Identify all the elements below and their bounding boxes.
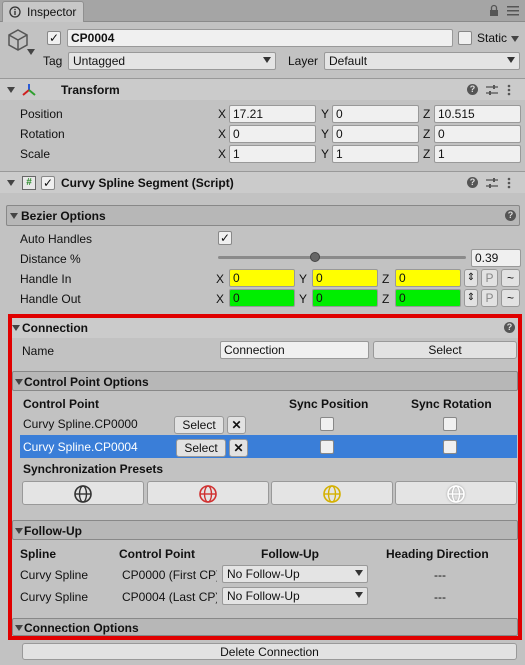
position-x-field[interactable]: 17.21 (229, 105, 316, 123)
handle-in-swap-button[interactable]: ⇕ (464, 269, 478, 287)
z-label: Z (423, 127, 431, 141)
scale-x-field[interactable]: 1 (229, 145, 316, 163)
y-label: Y (321, 147, 330, 161)
auto-handles-checkbox[interactable]: ✓ (218, 231, 232, 245)
z-label: Z (423, 107, 431, 121)
more-icon[interactable] (507, 177, 511, 189)
handle-out-label: Handle Out (20, 292, 81, 306)
transform-foldout-icon[interactable] (7, 87, 15, 93)
position-label: Position (20, 107, 63, 121)
handle-out-p-button[interactable]: P (481, 289, 498, 307)
transform-icon (22, 84, 36, 96)
help-icon[interactable]: ? (505, 210, 516, 221)
highlight-box (8, 314, 522, 640)
handle-in-label: Handle In (20, 272, 72, 286)
y-label: Y (299, 272, 308, 286)
x-label: X (218, 107, 227, 121)
x-label: X (216, 292, 225, 306)
menu-icon[interactable] (507, 5, 519, 16)
rotation-z-field[interactable]: 0 (434, 125, 521, 143)
y-label: Y (321, 127, 330, 141)
more-icon[interactable] (507, 84, 511, 96)
handle-out-reset-button[interactable]: ~ (501, 289, 520, 307)
icon-dropdown-icon[interactable] (27, 49, 35, 55)
transform-title: Transform (61, 83, 120, 97)
handle-out-x-field[interactable]: 0 (229, 289, 295, 307)
z-label: Z (382, 272, 390, 286)
script-foldout-icon[interactable] (7, 180, 15, 186)
script-header[interactable]: # ✓ Curvy Spline Segment (Script) ? (0, 171, 525, 193)
help-icon[interactable]: ? (467, 177, 478, 188)
auto-handles-label: Auto Handles (20, 232, 93, 246)
script-icon: # (22, 176, 36, 190)
distance-label: Distance % (20, 252, 81, 266)
handle-in-y-field[interactable]: 0 (312, 269, 378, 287)
static-label: Static (477, 31, 508, 45)
static-checkbox[interactable] (458, 31, 472, 45)
tab-bar: Inspector (0, 0, 525, 22)
active-checkbox[interactable]: ✓ (47, 31, 61, 45)
handle-out-swap-button[interactable]: ⇕ (464, 289, 478, 307)
transform-header[interactable]: Transform ? (0, 78, 525, 100)
handle-in-p-button[interactable]: P (481, 269, 498, 287)
help-icon[interactable]: ? (467, 84, 478, 95)
tab-label: Inspector (27, 5, 77, 19)
handle-in-x-field[interactable]: 0 (229, 269, 295, 287)
z-label: Z (382, 292, 390, 306)
handle-out-z-field[interactable]: 0 (395, 289, 461, 307)
layer-dropdown[interactable]: Default (324, 52, 520, 70)
tag-label: Tag (43, 54, 63, 68)
position-z-field[interactable]: 10.515 (434, 105, 521, 123)
tab-inspector[interactable]: Inspector (2, 1, 84, 22)
layer-label: Layer (288, 54, 319, 68)
y-label: Y (299, 292, 308, 306)
handle-in-z-field[interactable]: 0 (395, 269, 461, 287)
script-enabled-checkbox[interactable]: ✓ (41, 176, 55, 190)
distance-field[interactable]: 0.39 (471, 249, 521, 267)
distance-slider-track[interactable] (218, 256, 466, 259)
position-y-field[interactable]: 0 (332, 105, 419, 123)
rotation-label: Rotation (20, 127, 65, 141)
handle-out-y-field[interactable]: 0 (312, 289, 378, 307)
bezier-foldout-icon[interactable] (10, 213, 18, 219)
settings-icon[interactable] (486, 177, 498, 189)
x-label: X (218, 127, 227, 141)
bezier-options-title: Bezier Options (21, 209, 106, 223)
handle-in-reset-button[interactable]: ~ (501, 269, 520, 287)
z-label: Z (423, 147, 431, 161)
info-icon (9, 6, 21, 18)
distance-slider-thumb[interactable] (309, 252, 320, 262)
rotation-x-field[interactable]: 0 (229, 125, 316, 143)
scale-label: Scale (20, 147, 51, 161)
scale-z-field[interactable]: 1 (434, 145, 521, 163)
rotation-y-field[interactable]: 0 (332, 125, 419, 143)
object-name-field[interactable]: CP0004 (67, 29, 453, 47)
y-label: Y (321, 107, 330, 121)
script-title: Curvy Spline Segment (Script) (61, 176, 234, 190)
static-dropdown-icon[interactable] (511, 36, 519, 42)
x-label: X (218, 147, 227, 161)
delete-connection-button[interactable]: Delete Connection (22, 643, 517, 660)
settings-icon[interactable] (486, 84, 498, 96)
x-label: X (216, 272, 225, 286)
bezier-options-header[interactable]: Bezier Options ? (6, 205, 520, 226)
scale-y-field[interactable]: 1 (332, 145, 419, 163)
lock-icon[interactable] (489, 4, 499, 17)
tag-dropdown[interactable]: Untagged (68, 52, 276, 70)
